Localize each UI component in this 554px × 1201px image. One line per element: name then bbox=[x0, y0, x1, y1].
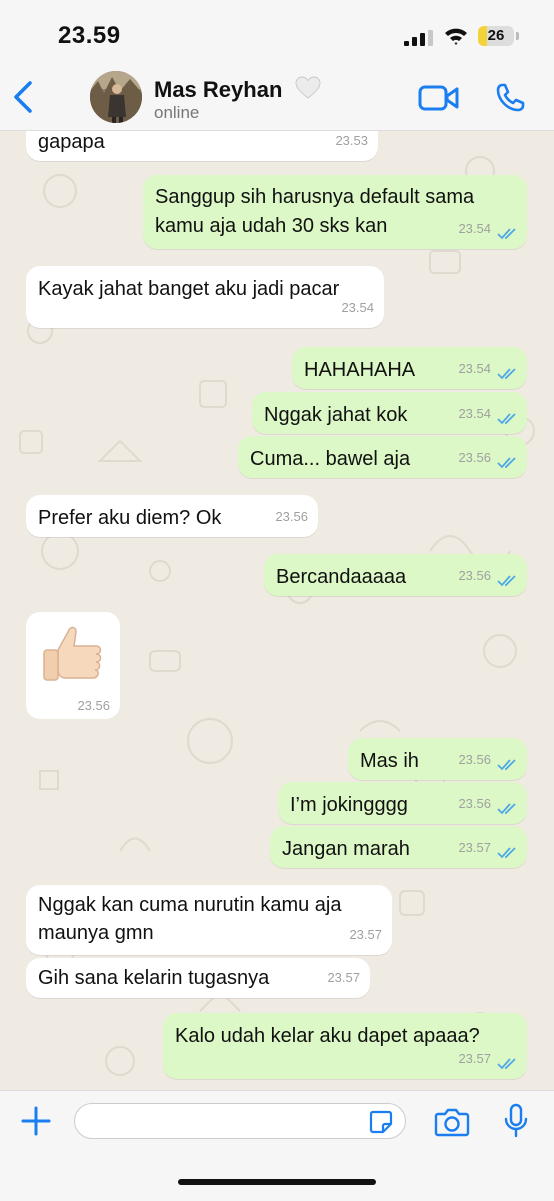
message-bubble-outgoing[interactable]: Mas ih 23.56 bbox=[348, 738, 527, 780]
sticker-message-incoming[interactable]: 23.56 bbox=[26, 612, 120, 719]
camera-icon[interactable] bbox=[434, 1107, 470, 1137]
message-bubble-outgoing[interactable]: Kalo udah kelar aku dapet apaaa? 23.57 bbox=[163, 1013, 527, 1079]
message-text: HAHAHAHA bbox=[304, 359, 416, 381]
message-bubble-outgoing[interactable]: Jangan marah 23.57 bbox=[270, 826, 527, 868]
message-text: Gih sana kelarin tugasnya bbox=[38, 967, 270, 989]
message-time: 23.53 bbox=[335, 133, 368, 148]
read-double-check-icon bbox=[497, 368, 516, 380]
message-bubble-outgoing[interactable]: Sanggup sih harusnya default sama kamu a… bbox=[143, 175, 527, 249]
message-text: Jangan marah bbox=[282, 838, 410, 860]
message-time: 23.56 bbox=[77, 698, 110, 713]
message-bubble-incoming[interactable]: Gih sana kelarin tugasnya 23.57 bbox=[26, 958, 370, 998]
message-text-line: kamu aja udah 30 sks kan bbox=[155, 215, 388, 237]
contact-status: online bbox=[154, 103, 200, 122]
message-bubble-outgoing[interactable]: Nggak jahat kok 23.54 bbox=[252, 392, 527, 434]
message-bubble-incoming[interactable]: Nggak kan cuma nurutin kamu aja maunya g… bbox=[26, 885, 392, 955]
back-chevron-icon[interactable] bbox=[10, 80, 36, 114]
message-text: Kalo udah kelar aku dapet apaaa? bbox=[175, 1025, 480, 1047]
video-call-icon[interactable] bbox=[418, 84, 460, 112]
message-text-line: Sanggup sih harusnya default sama bbox=[155, 186, 475, 208]
read-double-check-icon bbox=[497, 457, 516, 469]
status-bar: 23.59 26 bbox=[0, 0, 554, 66]
battery-tip bbox=[516, 32, 519, 40]
message-bubble-outgoing[interactable]: Cuma... bawel aja 23.56 bbox=[238, 436, 527, 478]
read-double-check-icon bbox=[497, 228, 516, 240]
sticker-icon[interactable] bbox=[369, 1110, 393, 1134]
thumbs-up-icon bbox=[43, 626, 102, 681]
message-text: Kayak jahat banget aku jadi pacar bbox=[38, 278, 340, 300]
avatar-photo-icon bbox=[90, 71, 142, 123]
message-bubble-outgoing[interactable]: HAHAHAHA 23.54 bbox=[292, 347, 527, 389]
message-time: 23.54 bbox=[458, 406, 491, 421]
read-double-check-icon bbox=[497, 575, 516, 587]
message-time: 23.56 bbox=[458, 796, 491, 811]
message-text: gapapa bbox=[38, 131, 105, 153]
contact-name-text: Mas Reyhan bbox=[154, 77, 283, 102]
message-time: 23.54 bbox=[458, 221, 491, 236]
read-double-check-icon bbox=[497, 847, 516, 859]
message-text: I’m jokingggg bbox=[290, 794, 408, 816]
battery-level-text: 26 bbox=[487, 27, 505, 44]
microphone-icon[interactable] bbox=[504, 1103, 528, 1139]
message-bubble-outgoing[interactable]: Bercandaaaaa 23.56 bbox=[264, 554, 527, 596]
cellular-signal-icon bbox=[404, 30, 433, 46]
message-time: 23.56 bbox=[458, 752, 491, 767]
contact-name[interactable]: Mas Reyhan bbox=[154, 76, 321, 103]
battery-indicator: 26 bbox=[478, 26, 514, 46]
status-time: 23.59 bbox=[58, 22, 121, 49]
read-double-check-icon bbox=[497, 1058, 516, 1070]
message-time: 23.57 bbox=[349, 927, 382, 942]
read-double-check-icon bbox=[497, 803, 516, 815]
message-text-line: maunya gmn bbox=[38, 922, 154, 944]
read-double-check-icon bbox=[497, 413, 516, 425]
message-input[interactable] bbox=[74, 1103, 406, 1139]
message-time: 23.56 bbox=[458, 450, 491, 465]
message-time: 23.54 bbox=[458, 361, 491, 376]
phone-icon[interactable] bbox=[494, 82, 526, 114]
message-time: 23.57 bbox=[458, 1051, 491, 1066]
message-text: Cuma... bawel aja bbox=[250, 448, 411, 470]
message-text: Prefer aku diem? Ok bbox=[38, 507, 222, 529]
contact-avatar[interactable] bbox=[90, 71, 142, 123]
wifi-icon bbox=[445, 28, 467, 45]
message-bubble-incoming[interactable]: gapapa 23.53 bbox=[26, 131, 378, 161]
message-time: 23.54 bbox=[341, 300, 374, 315]
plus-icon[interactable] bbox=[20, 1105, 52, 1137]
message-bubble-outgoing[interactable]: I’m jokingggg 23.56 bbox=[278, 782, 527, 824]
chat-messages-area[interactable]: gapapa 23.53 Sanggup sih harusnya defaul… bbox=[0, 131, 554, 1090]
message-bubble-incoming[interactable]: Prefer aku diem? Ok 23.56 bbox=[26, 495, 318, 537]
message-input-bar bbox=[0, 1090, 554, 1201]
message-text: Bercandaaaaa bbox=[276, 566, 407, 588]
message-text: Mas ih bbox=[360, 750, 419, 772]
message-bubble-incoming[interactable]: Kayak jahat banget aku jadi pacar 23.54 bbox=[26, 266, 384, 328]
chat-header: Mas Reyhan online bbox=[0, 66, 554, 131]
home-indicator[interactable] bbox=[178, 1179, 376, 1185]
message-time: 23.56 bbox=[275, 509, 308, 524]
message-text: Nggak jahat kok bbox=[264, 404, 408, 426]
read-double-check-icon bbox=[497, 759, 516, 771]
message-text-line: Nggak kan cuma nurutin kamu aja bbox=[38, 894, 342, 916]
message-time: 23.57 bbox=[458, 840, 491, 855]
white-heart-icon bbox=[295, 76, 321, 99]
message-time: 23.56 bbox=[458, 568, 491, 583]
message-time: 23.57 bbox=[327, 970, 360, 985]
